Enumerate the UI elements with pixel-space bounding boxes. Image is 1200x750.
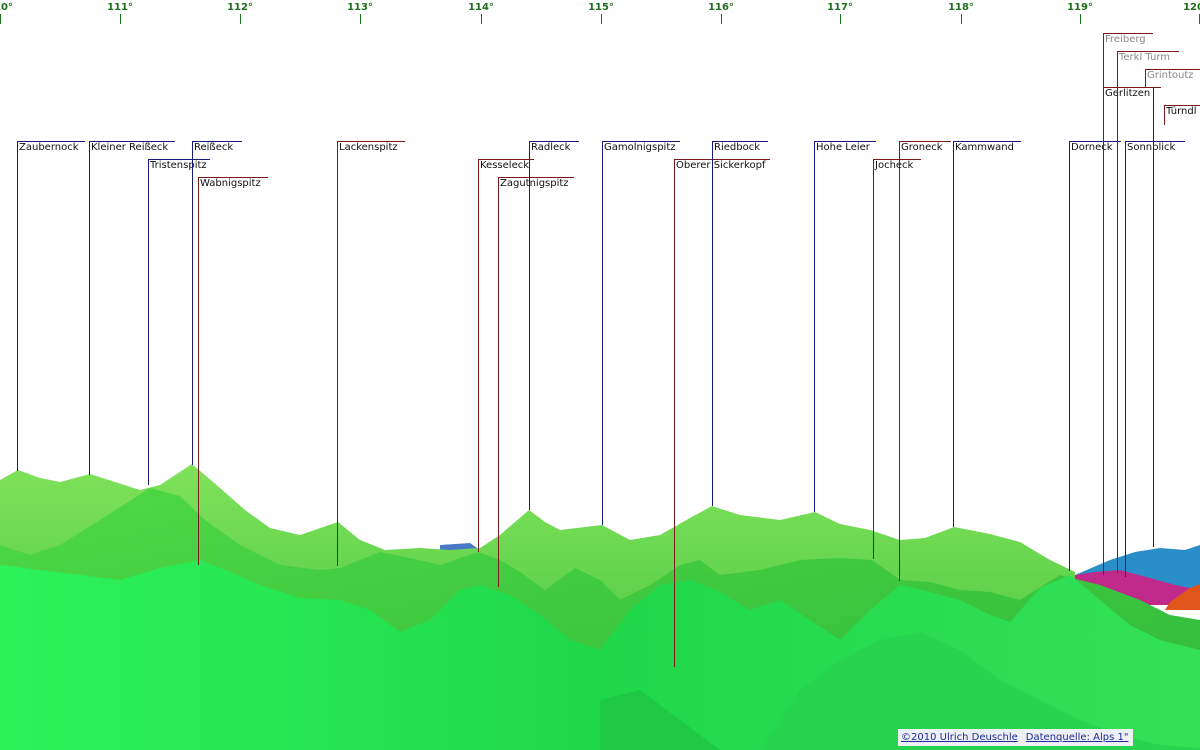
panorama-view: 110° 111° 112° 113° 114° 115° 116° 117° … [0, 0, 1200, 750]
tick-line-113 [360, 14, 361, 24]
peak-label: Groneck [901, 142, 943, 153]
tick-line-110 [0, 14, 1, 24]
tick-line-119 [1080, 14, 1081, 24]
peak-label: Dorneck [1071, 142, 1113, 153]
peak-label: Türndl [1166, 106, 1197, 117]
tick-line-117 [840, 14, 841, 24]
tick-label-110: 110° [0, 2, 13, 13]
peak-label: Lackenspitz [339, 142, 398, 153]
copyright-link[interactable]: ©2010 Ulrich Deuschle [901, 732, 1018, 743]
peak-label: Terkl Turm [1119, 52, 1171, 63]
peak-label: Grintoutz [1147, 70, 1194, 81]
tick-label-118: 118° [948, 2, 974, 13]
peak-label: Tristenspitz [150, 160, 207, 171]
peak-label: Oberer Sickerkopf [676, 160, 766, 171]
peak-label: Kleiner Reißeck [91, 142, 169, 153]
tick-line-115 [601, 14, 602, 24]
tick-line-118 [961, 14, 962, 24]
peak-label: Gerlitzen [1105, 88, 1151, 99]
peak-label: Kesseleck [480, 160, 530, 171]
peak-label: Zaubernock [19, 142, 79, 153]
peak-label: Riedbock [714, 142, 760, 153]
peak-label: Freiberg [1105, 34, 1146, 45]
peak-label: Gamolnigspitz [604, 142, 676, 153]
tick-label-115: 115° [588, 2, 614, 13]
tick-line-116 [721, 14, 722, 24]
peak-label: Reißeck [194, 142, 234, 153]
tick-label-119: 119° [1067, 2, 1093, 13]
peak-label: Jocheck [875, 160, 914, 171]
tick-label-116: 116° [708, 2, 734, 13]
credits-bar: ©2010 Ulrich Deuschle Datenquelle: Alps 1… [898, 729, 1133, 746]
tick-label-111: 111° [107, 2, 133, 13]
terrain-render [0, 464, 1200, 750]
peak-label: Hohe Leier [816, 142, 870, 153]
tick-label-114: 114° [468, 2, 494, 13]
tick-line-111 [120, 14, 121, 24]
tick-line-114 [481, 14, 482, 24]
peak-label: Wabnigspitz [200, 178, 261, 189]
tick-label-113: 113° [347, 2, 373, 13]
peak-label: Kammwand [955, 142, 1014, 153]
tick-line-112 [240, 14, 241, 24]
peak-label: Radleck [531, 142, 571, 153]
peak-label: Sonnblick [1127, 142, 1176, 153]
tick-label-112: 112° [227, 2, 253, 13]
tick-label-120: 120° [1183, 2, 1200, 13]
tick-label-117: 117° [827, 2, 853, 13]
data-source-link[interactable]: Datenquelle: Alps 1" [1026, 732, 1129, 743]
peak-label: Zagutnigspitz [500, 178, 569, 189]
